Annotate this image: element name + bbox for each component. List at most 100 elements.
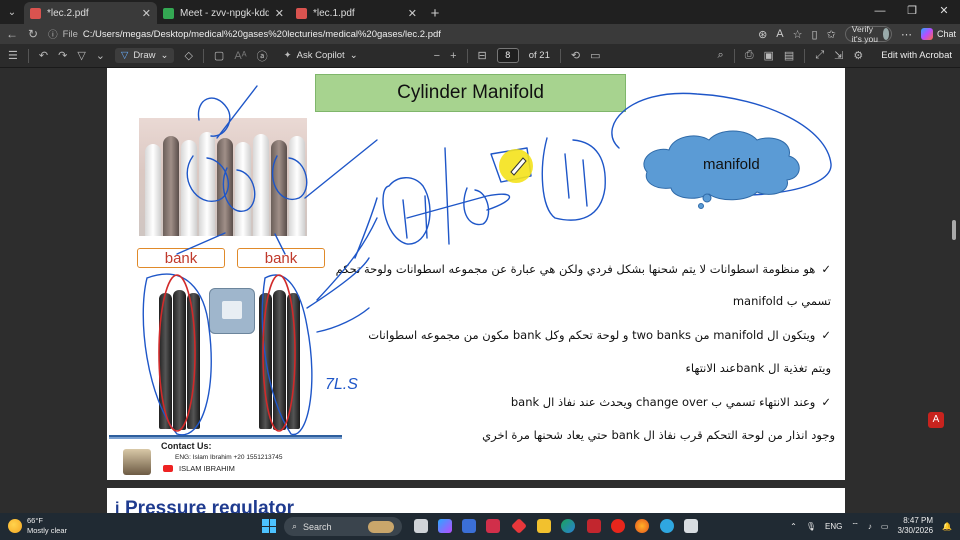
app-icon[interactable] bbox=[684, 519, 698, 533]
search-placeholder: Search bbox=[303, 521, 332, 532]
copilot-page-icon[interactable]: ⊛ bbox=[758, 28, 767, 41]
bullet-text: ويتم تغذية ال bankعند الانتهاء bbox=[685, 361, 831, 375]
zoom-in-button[interactable]: + bbox=[450, 50, 456, 62]
edge-browser-icon[interactable] bbox=[561, 519, 575, 533]
restore-icon[interactable]: ❐ bbox=[896, 0, 928, 24]
minimize-icon[interactable]: — bbox=[864, 0, 896, 24]
print-icon[interactable]: ⎙ bbox=[745, 49, 754, 62]
ask-copilot-button[interactable]: ✦ Ask Copilot ⌄ bbox=[278, 48, 364, 63]
photo-cylinder bbox=[181, 140, 197, 236]
tab-title: *lec.2.pdf bbox=[47, 7, 89, 19]
split-screen-icon[interactable]: ▯ bbox=[812, 28, 818, 41]
app-icon[interactable] bbox=[660, 519, 674, 533]
back-arrow-icon[interactable]: ← bbox=[6, 27, 18, 41]
rotate-icon[interactable]: ⟲ bbox=[571, 49, 580, 62]
app-icon[interactable] bbox=[462, 519, 476, 533]
eraser-icon[interactable]: ◇ bbox=[184, 49, 192, 62]
edit-with-acrobat-button[interactable]: Edit with Acrobat bbox=[881, 50, 952, 61]
text-size-icon[interactable]: Aᴬ bbox=[234, 50, 246, 62]
pdf-viewer[interactable]: Cylinder Manifold bank bank Contact Us: … bbox=[0, 68, 960, 513]
tab-strip: ⌄ *lec.2.pdf ✕ Meet - zvv-npgk-kdd ✕ *le… bbox=[0, 0, 960, 24]
pdf-page: Cylinder Manifold bank bank Contact Us: … bbox=[107, 68, 845, 480]
address-bar: ← ↻ ⓘ File C:/Users/megas/Desktop/medica… bbox=[0, 24, 960, 44]
close-tab-icon[interactable]: ✕ bbox=[408, 7, 417, 20]
tab-meet[interactable]: Meet - zvv-npgk-kdd ✕ bbox=[157, 2, 290, 24]
meet-icon bbox=[163, 7, 174, 19]
bullet-2-cont: ويتم تغذية ال bankعند الانتهاء bbox=[685, 361, 831, 375]
contact-line: ENG: Islam Ibrahim +20 1551213745 bbox=[175, 454, 283, 461]
tab-actions-menu-button[interactable]: ⌄ bbox=[0, 0, 24, 24]
close-tab-icon[interactable]: ✕ bbox=[275, 7, 284, 20]
bullet-text: ويتكون ال manifold من two banks و لوحة ت… bbox=[368, 328, 816, 342]
microphone-icon[interactable]: 🎙 bbox=[806, 522, 816, 531]
close-window-icon[interactable]: ✕ bbox=[928, 0, 960, 24]
close-tab-icon[interactable]: ✕ bbox=[142, 7, 151, 20]
highlight-icon[interactable]: ▽ bbox=[77, 49, 85, 62]
more-options-icon[interactable]: ⋯ bbox=[901, 28, 912, 41]
language-indicator[interactable]: ENG bbox=[825, 522, 842, 531]
notifications-bell-icon[interactable]: 🔔 bbox=[942, 522, 952, 531]
volume-icon[interactable]: ♪ bbox=[868, 522, 872, 531]
draw-button[interactable]: ▽ Draw ⌄ bbox=[115, 48, 175, 63]
undo-icon[interactable]: ↶ bbox=[39, 49, 48, 62]
file-explorer-icon[interactable] bbox=[537, 519, 551, 533]
battery-icon[interactable]: ▭ bbox=[881, 522, 889, 531]
save-as-icon[interactable]: ▤ bbox=[784, 49, 794, 62]
ask-copilot-label: Ask Copilot bbox=[296, 50, 345, 61]
page-number-input[interactable]: 8 bbox=[496, 48, 519, 63]
chevron-down-icon[interactable]: ⌄ bbox=[96, 49, 105, 62]
wifi-icon[interactable]: ⌔ bbox=[851, 521, 859, 531]
photo-cylinder bbox=[271, 140, 287, 236]
oxygen-cylinder bbox=[173, 290, 186, 430]
fit-page-icon[interactable]: ⊟ bbox=[478, 49, 487, 62]
opera-icon[interactable] bbox=[611, 519, 625, 533]
favorites-icon[interactable]: ✩ bbox=[827, 28, 836, 41]
pin-toolbar-icon[interactable]: ⇲ bbox=[834, 49, 843, 62]
contact-heading: Contact Us: bbox=[161, 441, 212, 451]
ink-stroke bbox=[490, 147, 532, 183]
divider bbox=[202, 48, 204, 63]
zoom-out-button[interactable]: − bbox=[434, 50, 440, 62]
bank-label-left: bank bbox=[137, 248, 225, 268]
app-icon[interactable] bbox=[587, 519, 601, 533]
acrobat-icon[interactable]: A bbox=[928, 412, 944, 428]
weather-widget[interactable]: 66°F Mostly clear bbox=[8, 516, 67, 536]
profile-verify-button[interactable]: Verify it's you bbox=[844, 24, 893, 44]
search-icon[interactable]: ⌕ bbox=[718, 49, 724, 62]
start-button[interactable] bbox=[262, 519, 276, 533]
ink-stroke bbox=[406, 193, 510, 219]
save-icon[interactable]: ▣ bbox=[764, 49, 774, 62]
contents-list-icon[interactable]: ☰ bbox=[8, 49, 18, 62]
tab-lec1[interactable]: *lec.1.pdf ✕ bbox=[290, 2, 423, 24]
file-info-icon[interactable]: ⓘ bbox=[48, 27, 58, 41]
task-view-icon[interactable] bbox=[414, 519, 428, 533]
taskbar-search[interactable]: ⌕ Search bbox=[284, 517, 402, 536]
copilot-chat-button[interactable]: Chat bbox=[921, 28, 956, 40]
copilot-icon: ✦ bbox=[283, 50, 292, 61]
clock[interactable]: 8:47 PM 3/30/2026 bbox=[897, 516, 933, 536]
app-icon[interactable] bbox=[511, 518, 527, 534]
text-box-icon[interactable]: ▢ bbox=[214, 49, 224, 62]
read-aloud-icon[interactable]: A bbox=[776, 28, 783, 40]
redo-icon[interactable]: ↷ bbox=[58, 49, 67, 62]
app-icon[interactable] bbox=[486, 519, 500, 533]
fullscreen-icon[interactable]: ⤢ bbox=[815, 49, 824, 62]
control-panel-screen bbox=[222, 301, 242, 319]
settings-gear-icon[interactable]: ⚙ bbox=[853, 49, 863, 62]
copilot-app-icon[interactable] bbox=[438, 519, 452, 533]
new-tab-button[interactable]: + bbox=[423, 2, 447, 24]
page-view-icon[interactable]: ▭ bbox=[590, 49, 600, 62]
favorite-star-icon[interactable]: ☆ bbox=[793, 28, 803, 41]
vertical-scrollbar-thumb[interactable] bbox=[952, 220, 956, 240]
immersive-reader-icon[interactable]: ⓐ bbox=[257, 48, 268, 64]
url-field[interactable]: ⓘ File C:/Users/megas/Desktop/medical%20… bbox=[48, 26, 748, 43]
oxygen-cylinder bbox=[187, 293, 200, 429]
verify-label: Verify it's you bbox=[851, 24, 878, 44]
bank-label-right: bank bbox=[237, 248, 325, 268]
firefox-icon[interactable] bbox=[635, 519, 649, 533]
refresh-icon[interactable]: ↻ bbox=[28, 27, 38, 41]
bullet-text: تسمي ب manifold bbox=[732, 294, 831, 308]
chevron-up-icon[interactable]: ⌃ bbox=[790, 522, 797, 531]
tab-lec2[interactable]: *lec.2.pdf ✕ bbox=[24, 2, 157, 24]
check-icon: ✓ bbox=[821, 395, 831, 409]
